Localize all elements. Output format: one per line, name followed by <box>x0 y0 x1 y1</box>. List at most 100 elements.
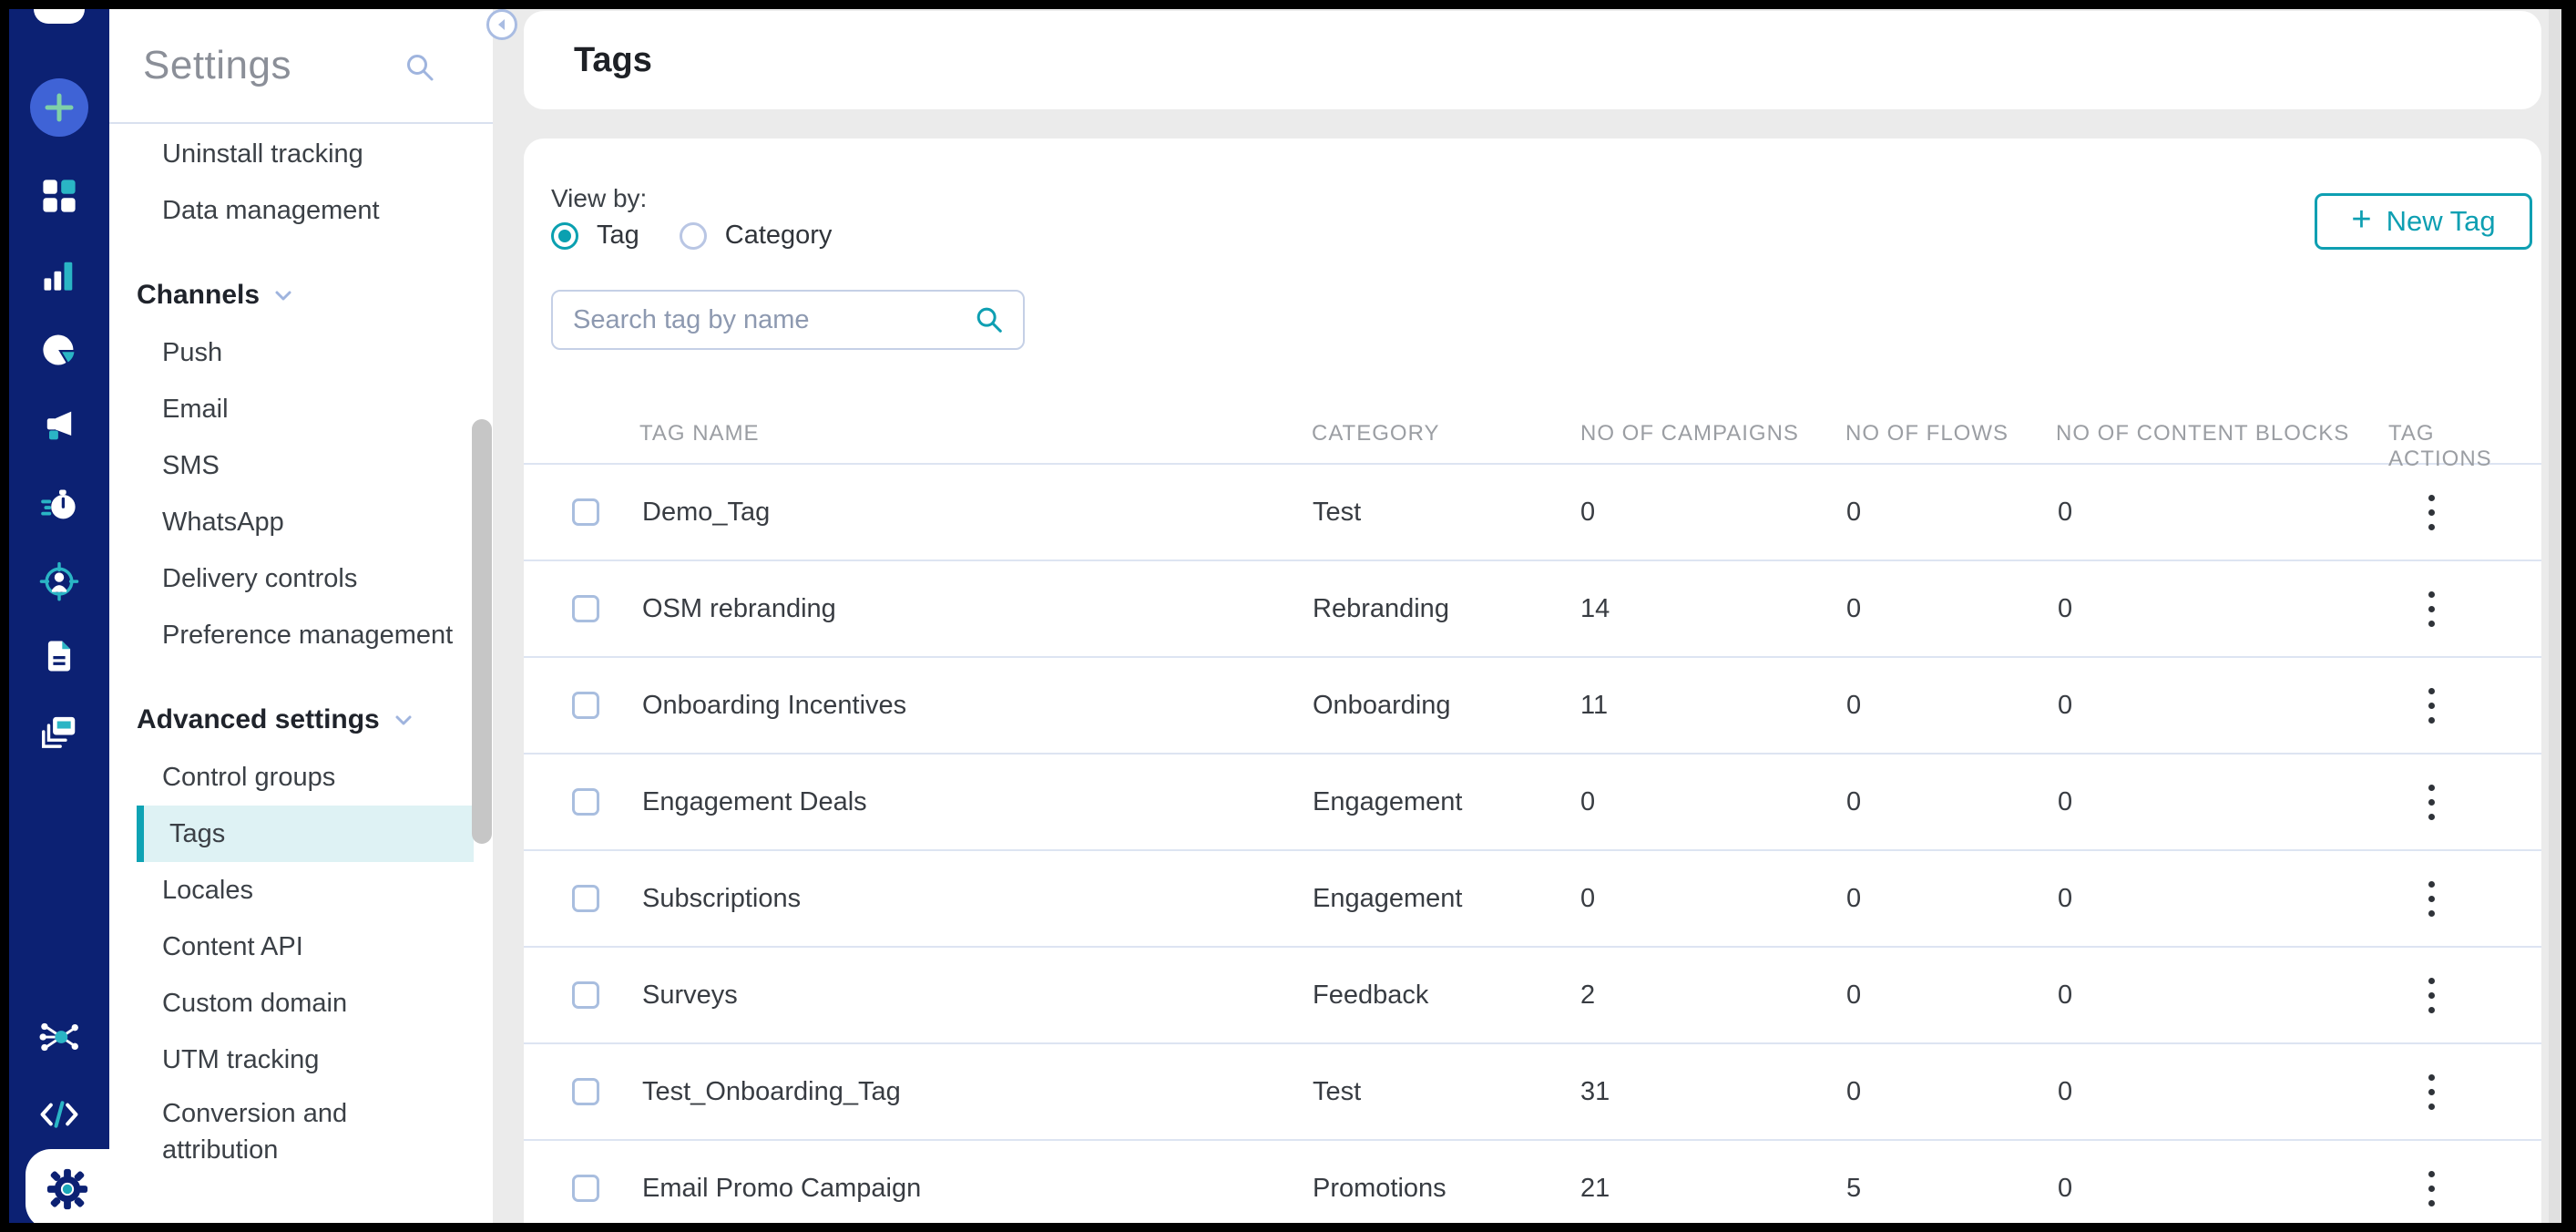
row-checkbox[interactable] <box>572 595 599 622</box>
settings-item-tags[interactable]: Tags <box>137 806 474 862</box>
settings-scrollbar-thumb[interactable] <box>472 419 492 844</box>
megaphone-icon[interactable] <box>9 396 109 455</box>
bar-chart-icon[interactable] <box>9 245 109 303</box>
tag-name-cell: Demo_Tag <box>642 465 770 560</box>
document-icon[interactable] <box>9 627 109 685</box>
dashboard-grid-icon[interactable] <box>9 167 109 225</box>
hub-icon[interactable] <box>9 1008 109 1066</box>
table-row: Email Promo Campaign Promotions 21 5 0 <box>524 1141 2541 1223</box>
main-area: Tags View by: Tag Category <box>493 9 2561 1223</box>
row-actions-kebab-icon[interactable] <box>2415 658 2448 753</box>
settings-item-data-management[interactable]: Data management <box>109 182 470 239</box>
content-blocks-count-cell: 0 <box>2058 561 2072 656</box>
settings-menu: Uninstall tracking Data management Chann… <box>109 126 470 1223</box>
flows-count-cell: 0 <box>1846 851 1861 946</box>
content-blocks-count-cell: 0 <box>2058 755 2072 849</box>
table-row: OSM rebranding Rebranding 14 0 0 <box>524 561 2541 658</box>
settings-item-utm-tracking[interactable]: UTM tracking <box>109 1032 470 1088</box>
campaigns-count-cell: 0 <box>1580 851 1595 946</box>
new-tag-button[interactable]: + New Tag <box>2315 193 2532 250</box>
tag-name-cell: Surveys <box>642 948 738 1042</box>
app-window: Settings Uninstall tracking Data managem… <box>9 9 2561 1223</box>
campaigns-count-cell: 14 <box>1580 561 1610 656</box>
settings-panel-title: Settings <box>143 43 291 88</box>
settings-item-push[interactable]: Push <box>109 324 470 381</box>
row-checkbox[interactable] <box>572 1078 599 1105</box>
settings-item-whatsapp[interactable]: WhatsApp <box>109 494 470 550</box>
row-checkbox[interactable] <box>572 885 599 912</box>
row-checkbox[interactable] <box>572 788 599 816</box>
pie-chart-icon[interactable] <box>9 321 109 379</box>
row-checkbox[interactable] <box>572 692 599 719</box>
content-blocks-count-cell: 0 <box>2058 851 2072 946</box>
collapse-panel-button[interactable] <box>486 9 517 40</box>
search-icon[interactable] <box>974 304 1005 335</box>
table-body: Demo_Tag Test 0 0 0 OSM rebranding Rebra… <box>524 465 2541 1223</box>
column-no-of-campaigns: NO OF CAMPAIGNS <box>1580 421 1799 447</box>
content-blocks-count-cell: 0 <box>2058 1044 2072 1139</box>
view-radio-category[interactable]: Category <box>680 221 833 251</box>
radio-dot <box>680 222 707 250</box>
page-header: Tags <box>524 11 2541 109</box>
settings-panel-header: Settings <box>109 9 493 124</box>
view-by-radios: Tag Category <box>551 221 832 251</box>
campaigns-count-cell: 0 <box>1580 465 1595 560</box>
tag-name-cell: OSM rebranding <box>642 561 836 656</box>
flows-count-cell: 0 <box>1846 755 1861 849</box>
tag-name-cell: Onboarding Incentives <box>642 658 906 753</box>
category-cell: Engagement <box>1313 851 1462 946</box>
tag-name-cell: Email Promo Campaign <box>642 1141 921 1223</box>
row-actions-kebab-icon[interactable] <box>2415 1141 2448 1223</box>
settings-item-custom-domain[interactable]: Custom domain <box>109 975 470 1032</box>
table-row: Surveys Feedback 2 0 0 <box>524 948 2541 1044</box>
category-cell: Onboarding <box>1313 658 1451 753</box>
settings-item-uninstall-tracking[interactable]: Uninstall tracking <box>109 126 470 182</box>
row-actions-kebab-icon[interactable] <box>2415 851 2448 946</box>
chevron-left-icon <box>495 17 509 32</box>
content-blocks-count-cell: 0 <box>2058 948 2072 1042</box>
campaigns-count-cell: 31 <box>1580 1044 1610 1139</box>
content-blocks-count-cell: 0 <box>2058 1141 2072 1223</box>
create-plus-button[interactable] <box>30 78 88 137</box>
user-target-icon[interactable] <box>9 551 109 610</box>
settings-section-channels[interactable]: Channels <box>109 266 470 324</box>
row-actions-kebab-icon[interactable] <box>2415 465 2448 560</box>
flows-count-cell: 0 <box>1846 465 1861 560</box>
flows-count-cell: 0 <box>1846 658 1861 753</box>
settings-item-delivery-controls[interactable]: Delivery controls <box>109 550 470 607</box>
view-radio-tag[interactable]: Tag <box>551 221 639 251</box>
row-actions-kebab-icon[interactable] <box>2415 948 2448 1042</box>
settings-item-email[interactable]: Email <box>109 381 470 437</box>
settings-section-clipped[interactable]: Recommended Users <box>109 1210 470 1223</box>
settings-item-preference-management[interactable]: Preference management <box>109 607 470 663</box>
page-scrollbar[interactable] <box>2549 9 2561 1223</box>
settings-item-content-api[interactable]: Content API <box>109 919 470 975</box>
settings-panel: Settings Uninstall tracking Data managem… <box>109 9 493 1223</box>
flows-count-cell: 0 <box>1846 1044 1861 1139</box>
content-blocks-count-cell: 0 <box>2058 465 2072 560</box>
stopwatch-icon[interactable] <box>9 476 109 534</box>
settings-item-conversion-attribution[interactable]: Conversion and attribution <box>109 1088 470 1183</box>
row-checkbox[interactable] <box>572 498 599 526</box>
settings-section-advanced-settings[interactable]: Advanced settings <box>109 691 470 749</box>
row-checkbox[interactable] <box>572 981 599 1009</box>
flows-count-cell: 5 <box>1846 1141 1861 1223</box>
row-checkbox[interactable] <box>572 1175 599 1202</box>
row-actions-kebab-icon[interactable] <box>2415 1044 2448 1139</box>
code-icon[interactable] <box>9 1085 109 1144</box>
table-row: Subscriptions Engagement 0 0 0 <box>524 851 2541 948</box>
category-cell: Promotions <box>1313 1141 1446 1223</box>
settings-item-locales[interactable]: Locales <box>109 862 470 919</box>
settings-active-pill[interactable] <box>26 1149 109 1223</box>
category-cell: Engagement <box>1313 755 1462 849</box>
category-cell: Rebranding <box>1313 561 1449 656</box>
settings-search-icon[interactable] <box>404 51 436 84</box>
cards-stack-icon[interactable] <box>9 703 109 761</box>
settings-item-sms[interactable]: SMS <box>109 437 470 494</box>
settings-item-control-groups[interactable]: Control groups <box>109 749 470 806</box>
table-row: Test_Onboarding_Tag Test 31 0 0 <box>524 1044 2541 1141</box>
column-category: CATEGORY <box>1312 421 1439 447</box>
row-actions-kebab-icon[interactable] <box>2415 561 2448 656</box>
row-actions-kebab-icon[interactable] <box>2415 755 2448 849</box>
tag-search-input[interactable] <box>553 305 974 335</box>
